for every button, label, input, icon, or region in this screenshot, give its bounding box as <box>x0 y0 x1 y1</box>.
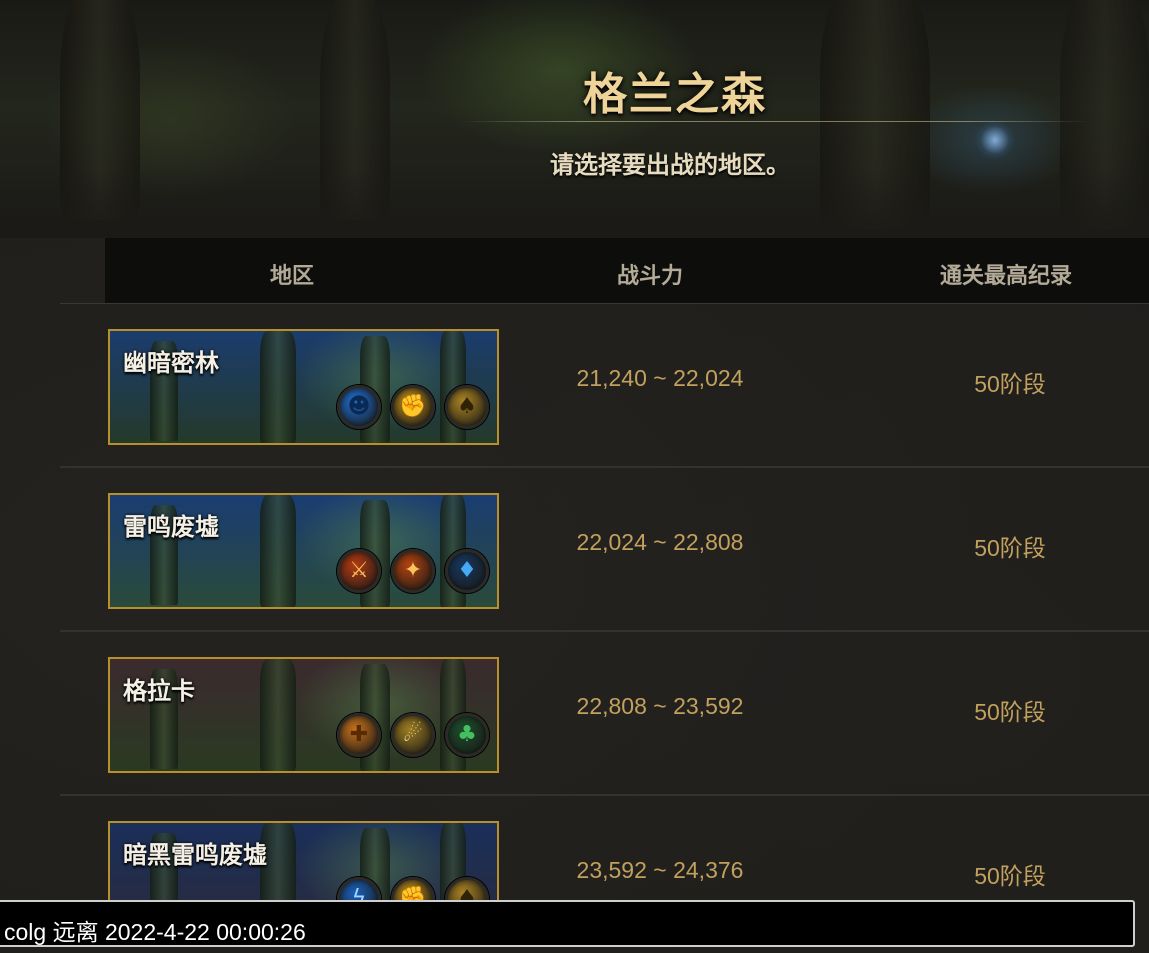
area-name: 幽暗密林 <box>123 348 219 377</box>
power-range: 22,024 ~ 22,808 <box>576 529 744 555</box>
modifier-icons: ☻ ✊ ♠ <box>337 385 489 429</box>
boot-icon: ☄ <box>391 713 435 757</box>
zone-banner: 格兰之森 请选择要出战的地区。 <box>0 0 1149 238</box>
area-name: 雷鸣废墟 <box>123 512 219 541</box>
zone-title: 格兰之森 <box>583 69 767 120</box>
clear-record: 50阶段 <box>974 699 1046 725</box>
area-row[interactable]: 雷鸣废墟 ⚔ ✦ ♦ 22,024 ~ 22,808 50阶段 <box>0 468 1149 632</box>
area-name: 格拉卡 <box>123 676 195 705</box>
column-header-power: 战斗力 <box>617 263 684 289</box>
modifier-icons: ⚔ ✦ ♦ <box>337 549 489 593</box>
column-header-area: 地区 <box>270 263 315 289</box>
watermark-bar: colg 远离 2022-4-22 00:00:26 <box>0 900 1135 947</box>
area-card[interactable]: 雷鸣废墟 ⚔ ✦ ♦ <box>108 493 499 609</box>
clear-record: 50阶段 <box>974 535 1046 561</box>
area-row[interactable]: 格拉卡 ✚ ☄ ♣ 22,808 ~ 23,592 50阶段 <box>0 632 1149 796</box>
title-divider <box>460 121 1090 122</box>
skull-icon: ☻ <box>337 385 381 429</box>
dungeon-select-screen: 格兰之森 请选择要出战的地区。 地区 战斗力 通关最高纪录 幽暗密林 ☻ ✊ ♠ 21,… <box>0 0 1149 953</box>
fist-icon: ✊ <box>391 385 435 429</box>
zone-subtitle: 请选择要出战的地区。 <box>550 150 790 179</box>
area-card[interactable]: 格拉卡 ✚ ☄ ♣ <box>108 657 499 773</box>
column-header-record: 通关最高纪录 <box>940 263 1073 289</box>
area-name: 暗黑雷鸣废墟 <box>123 840 267 869</box>
clear-record: 50阶段 <box>974 371 1046 397</box>
diamond-icon: ♦ <box>445 549 489 593</box>
totem-icon: ✚ <box>337 713 381 757</box>
crossed-swords-icon: ⚔ <box>337 549 381 593</box>
power-range: 23,592 ~ 24,376 <box>576 857 744 883</box>
table-header: 地区 战斗力 通关最高纪录 <box>60 238 1149 304</box>
power-range: 22,808 ~ 23,592 <box>576 693 744 719</box>
power-range: 21,240 ~ 22,024 <box>576 365 744 391</box>
torch-icon: ✦ <box>391 549 435 593</box>
club-icon: ♣ <box>445 713 489 757</box>
clear-record: 50阶段 <box>974 863 1046 889</box>
watermark-text: colg 远离 2022-4-22 00:00:26 <box>4 919 306 945</box>
spade-icon: ♠ <box>445 385 489 429</box>
area-row[interactable]: 幽暗密林 ☻ ✊ ♠ 21,240 ~ 22,024 50阶段 <box>0 304 1149 468</box>
area-card[interactable]: 幽暗密林 ☻ ✊ ♠ <box>108 329 499 445</box>
modifier-icons: ✚ ☄ ♣ <box>337 713 489 757</box>
